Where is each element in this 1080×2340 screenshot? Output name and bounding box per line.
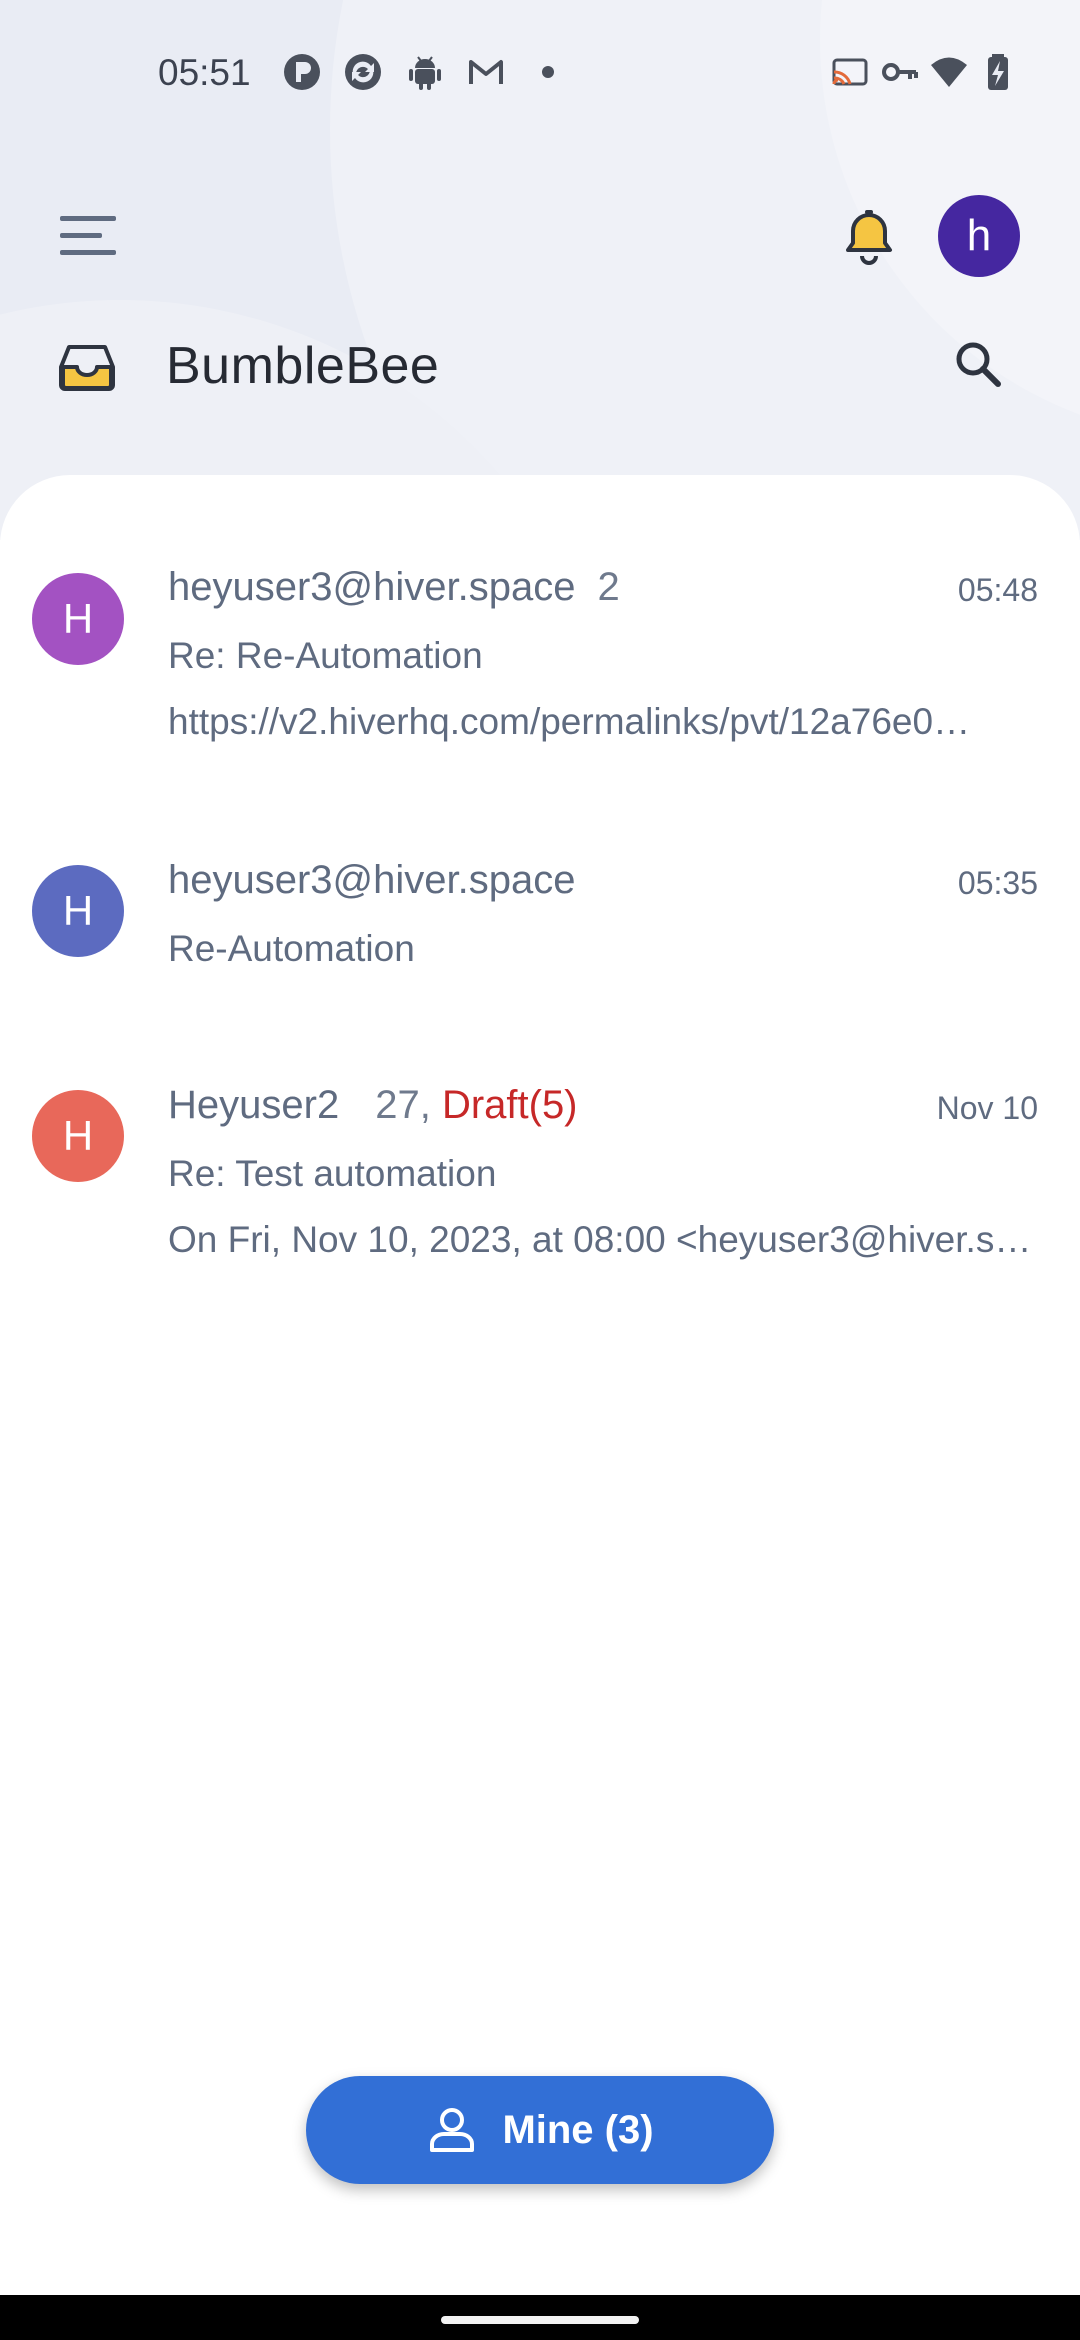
android-icon <box>405 52 445 92</box>
p-badge-icon <box>282 52 322 92</box>
sender-initial: H <box>62 1112 94 1159</box>
sender-initial: H <box>62 595 94 642</box>
search-icon <box>956 342 1001 387</box>
mine-filter-label: Mine (3) <box>502 2107 654 2152</box>
search-button[interactable] <box>948 334 1010 396</box>
sender-avatar: H <box>32 1090 124 1182</box>
conversation-item[interactable]: H heyuser3@hiver.space 2 05:48 Re: Re-Aut… <box>0 555 1080 765</box>
sender-line: Heyuser2 27, Draft(5) <box>168 1083 578 1128</box>
sender-initial: H <box>62 887 94 934</box>
wifi-icon <box>929 52 969 92</box>
vpn-key-icon <box>880 52 920 92</box>
dot-icon <box>528 52 568 92</box>
message-time: Nov 10 <box>936 1090 1038 1126</box>
message-subject: Re-Automation <box>168 928 415 969</box>
sender-name: Heyuser2 <box>168 1083 340 1127</box>
status-bar: 05:51 <box>0 0 1080 150</box>
gmail-icon <box>466 52 506 92</box>
sender-avatar: H <box>32 573 124 665</box>
sender-name: heyuser3@hiver.space <box>168 858 576 902</box>
sender-name: heyuser3@hiver.space <box>168 565 576 609</box>
sender-line: heyuser3@hiver.space 2 <box>168 565 620 610</box>
menu-icon <box>60 216 116 255</box>
inbox-tray-icon <box>59 345 115 391</box>
user-initial: h <box>966 211 992 260</box>
message-time: 05:35 <box>957 865 1038 901</box>
inbox-switcher[interactable] <box>55 330 119 400</box>
inbox-title[interactable]: BumbleBee <box>166 336 439 396</box>
user-avatar[interactable]: h <box>938 195 1020 277</box>
notifications-button[interactable] <box>834 200 904 270</box>
person-icon <box>430 2108 475 2152</box>
message-snippet: On Fri, Nov 10, 2023, at 08:00 <heyuser3… <box>168 1219 1032 1260</box>
draft-count: Draft(5) <box>441 1083 578 1127</box>
message-snippet: https://v2.hiverhq.com/permalinks/pvt/12… <box>168 701 971 742</box>
message-count: 2 <box>597 565 620 609</box>
message-subject: Re: Re-Automation <box>168 635 483 676</box>
sender-avatar: H <box>32 865 124 957</box>
mine-filter-button[interactable]: Mine (3) <box>306 2076 774 2184</box>
sync-app-icon <box>343 52 383 92</box>
message-count: 27, <box>375 1083 431 1127</box>
bell-icon <box>846 210 892 265</box>
home-gesture-handle[interactable] <box>441 2316 639 2324</box>
battery-charging-icon <box>978 52 1018 92</box>
menu-button[interactable] <box>50 200 126 270</box>
conversation-item[interactable]: H heyuser3@hiver.space 05:35 Re-Automati… <box>0 848 1080 998</box>
message-subject: Re: Test automation <box>168 1153 497 1194</box>
conversation-item[interactable]: H Heyuser2 27, Draft(5) Nov 10 Re: Test a… <box>0 1073 1080 1283</box>
message-time: 05:48 <box>957 572 1038 608</box>
status-time: 05:51 <box>158 52 251 93</box>
sender-line: heyuser3@hiver.space <box>168 858 576 903</box>
cast-icon <box>830 52 870 92</box>
